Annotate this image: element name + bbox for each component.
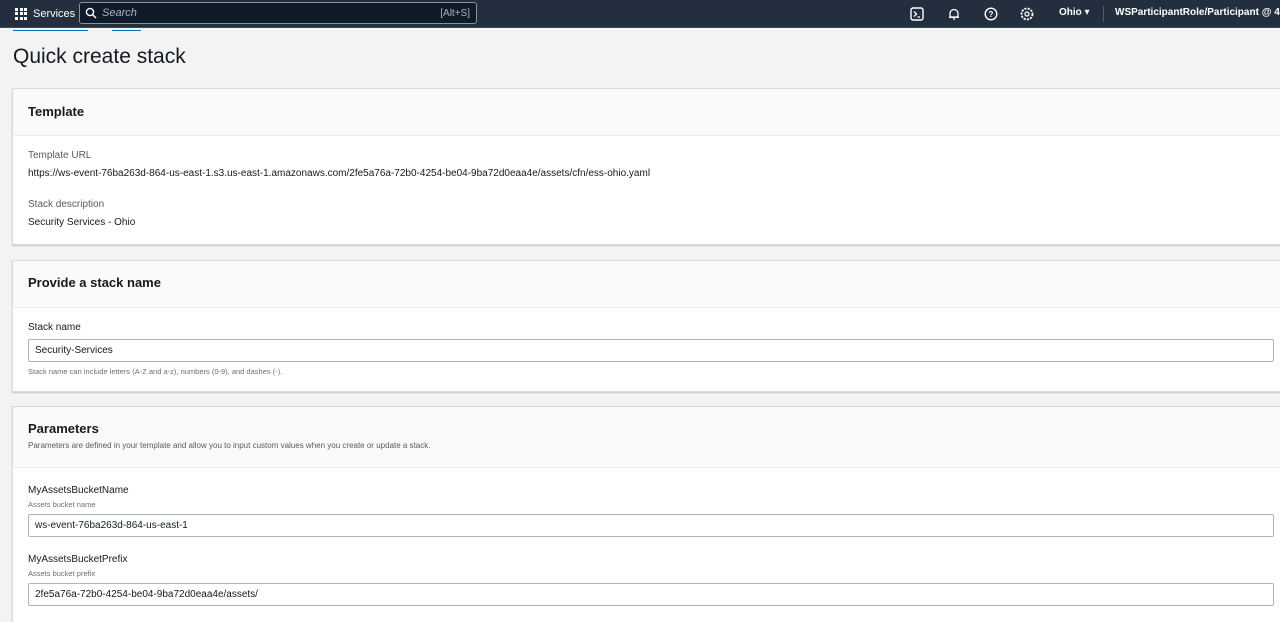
search-shortcut-hint: [Alt+S] xyxy=(440,7,470,19)
parameter-name: MyAssetsBucketName xyxy=(28,485,129,496)
parameter-name: MyAssetsBucketPrefix xyxy=(28,554,128,565)
assets-bucket-prefix-input[interactable]: 2fe5a76a-72b0-4254-be04-9ba72d0eaa4e/ass… xyxy=(28,583,1274,606)
grid-icon xyxy=(15,7,27,20)
template-url-label: Template URL xyxy=(28,150,92,161)
template-url-value: https://ws-event-76ba263d-864-us-east-1.… xyxy=(28,168,651,179)
template-heading: Template xyxy=(28,104,85,119)
parameters-heading: Parameters xyxy=(28,421,99,436)
terminal-icon[interactable] xyxy=(908,5,926,23)
nav-divider xyxy=(1103,6,1104,22)
assets-bucket-name-input[interactable]: ws-event-76ba263d-864-us-east-1 xyxy=(28,514,1274,537)
parameters-panel: Parameters Parameters are defined in you… xyxy=(12,406,1280,622)
breadcrumb-link[interactable] xyxy=(112,28,141,31)
stack-name-panel: Provide a stack name Stack name Security… xyxy=(12,260,1280,392)
parameters-description: Parameters are defined in your template … xyxy=(28,441,431,450)
page-title: Quick create stack xyxy=(13,45,186,68)
search-input[interactable] xyxy=(102,7,441,19)
stack-name-panel-header: Provide a stack name xyxy=(13,261,1280,308)
stack-name-label: Stack name xyxy=(28,322,81,333)
bell-icon[interactable] xyxy=(945,5,963,23)
breadcrumb-link[interactable] xyxy=(13,28,88,31)
services-menu-button[interactable]: Services xyxy=(0,0,75,28)
search-icon xyxy=(80,3,102,23)
gear-icon[interactable] xyxy=(1018,5,1036,23)
template-panel: Template Template URL https://ws-event-7… xyxy=(12,88,1280,245)
parameter-description: Assets bucket name xyxy=(28,500,96,509)
parameter-description: Assets bucket prefix xyxy=(28,569,96,578)
template-panel-header: Template xyxy=(13,89,1280,136)
stack-name-hint: Stack name can include letters (A-Z and … xyxy=(28,367,283,376)
svg-text:?: ? xyxy=(989,10,994,19)
help-icon[interactable]: ? xyxy=(982,5,1000,23)
parameters-panel-header: Parameters Parameters are defined in you… xyxy=(13,407,1280,468)
account-menu[interactable]: WSParticipantRole/Participant @ 4865-4 xyxy=(1115,7,1280,18)
top-navigation-bar: Services [Alt+S] ? Ohio ▾ WSParticipantR… xyxy=(0,0,1280,28)
stack-name-input[interactable]: Security-Services xyxy=(28,339,1274,362)
region-selector[interactable]: Ohio ▾ xyxy=(1059,7,1090,18)
services-label: Services xyxy=(33,7,76,20)
stack-description-value: Security Services - Ohio xyxy=(28,217,136,228)
stack-name-heading: Provide a stack name xyxy=(28,275,161,290)
search-box[interactable]: [Alt+S] xyxy=(79,2,477,24)
stack-description-label: Stack description xyxy=(28,199,105,210)
